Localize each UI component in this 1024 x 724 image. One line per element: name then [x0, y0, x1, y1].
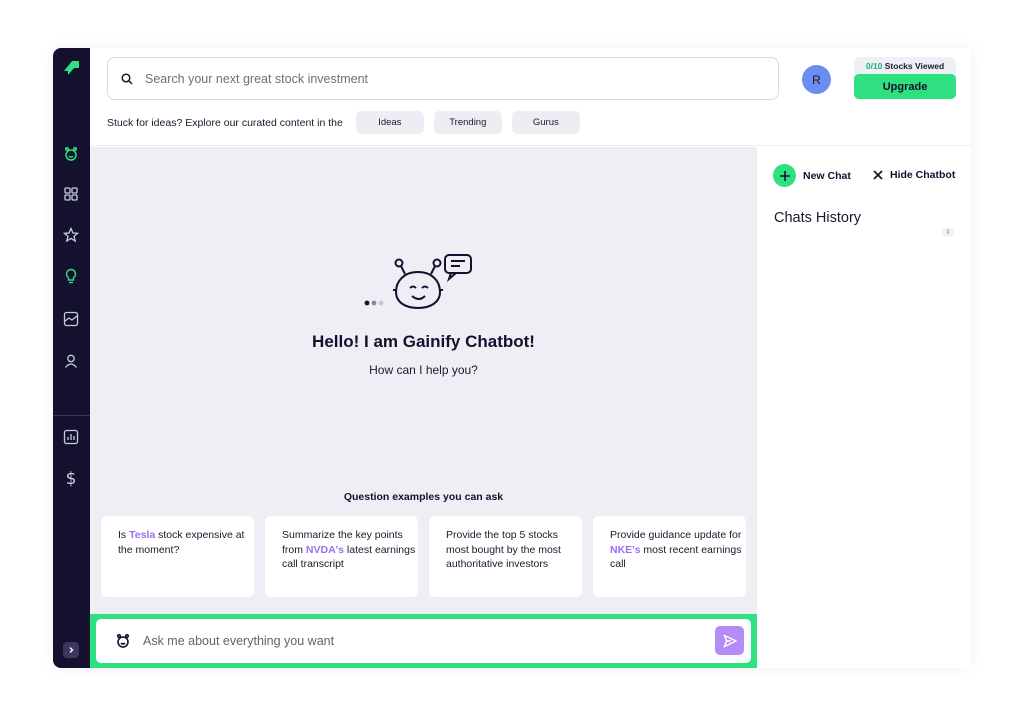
search-input[interactable] [145, 71, 745, 86]
greeting-title: Hello! I am Gainify Chatbot! [312, 332, 535, 351]
ideas-prompt: Stuck for ideas? Explore our curated con… [107, 116, 343, 129]
app-window: $ R 0/10 Stocks Viewed Upgrade Stuck for… [53, 48, 971, 668]
chat-input[interactable] [143, 634, 683, 648]
sort-icon[interactable]: ⇕ [942, 228, 954, 237]
search-icon [121, 72, 133, 85]
chat-main: Hello! I am Gainify Chatbot! How can I h… [90, 147, 757, 668]
question-card-tesla[interactable]: Is Tesla stock expensive at the moment? [101, 516, 254, 597]
card-text: Provide guidance update for [610, 529, 742, 541]
question-card-nvda[interactable]: Summarize the key points from NVDA's lat… [265, 516, 418, 597]
chevron-right-icon[interactable] [63, 642, 79, 658]
chat-input-bar [90, 614, 757, 668]
card-ticker: Tesla [129, 529, 156, 541]
send-icon [722, 633, 737, 648]
new-chat-label: New Chat [803, 169, 851, 182]
chart-line-icon[interactable] [61, 309, 81, 329]
chats-history-title: Chats History [774, 210, 862, 226]
user-icon[interactable] [61, 351, 81, 371]
upgrade-button[interactable]: Upgrade [854, 74, 956, 99]
ideas-chip[interactable]: Ideas [355, 111, 424, 134]
trending-chip[interactable]: Trending [433, 111, 502, 134]
hide-chatbot-label: Hide Chatbot [890, 169, 956, 181]
new-chat-button[interactable]: New Chat [773, 164, 851, 187]
chatbot-icon[interactable] [61, 144, 81, 164]
sidebar-divider [53, 415, 90, 416]
question-cards: Is Tesla stock expensive at the moment? … [101, 516, 746, 597]
stocks-viewed-label: Stocks Viewed [882, 61, 945, 71]
stocks-viewed-widget: 0/10 Stocks Viewed Upgrade [854, 57, 956, 99]
plus-icon [773, 164, 796, 187]
stocks-viewed-counter: 0/10 Stocks Viewed [854, 61, 956, 71]
question-card-top-stocks[interactable]: Provide the top 5 stocks most bought by … [429, 516, 582, 597]
gurus-chip[interactable]: Gurus [511, 111, 580, 134]
send-button[interactable] [715, 626, 744, 655]
card-ticker: NKE's [610, 543, 641, 556]
chatbot-illustration-icon [364, 254, 472, 310]
bar-chart-icon[interactable] [61, 427, 81, 447]
star-icon[interactable] [61, 225, 81, 245]
search-bar[interactable] [107, 57, 779, 100]
card-text: Provide the top 5 stocks most bought by … [446, 529, 561, 570]
sidebar: $ [53, 48, 90, 668]
logo-icon[interactable] [60, 57, 82, 79]
hide-chatbot-button[interactable]: Hide Chatbot [873, 169, 955, 181]
top-header: R 0/10 Stocks Viewed Upgrade Stuck for i… [90, 48, 971, 146]
chat-input-box[interactable] [96, 619, 751, 663]
dollar-icon[interactable]: $ [61, 469, 81, 489]
card-ticker: NVDA's [305, 543, 345, 556]
greeting-subtitle: How can I help you? [369, 363, 478, 377]
questions-title: Question examples you can ask [343, 491, 504, 503]
avatar[interactable]: R [802, 65, 831, 94]
ideas-row: Stuck for ideas? Explore our curated con… [107, 111, 590, 134]
close-icon [873, 170, 883, 180]
lightbulb-icon[interactable] [61, 266, 81, 286]
card-text: Is [118, 529, 130, 541]
chat-history-panel: New Chat Hide Chatbot Chats History ⇕ [757, 147, 971, 668]
question-card-nke[interactable]: Provide guidance update for NKE's most r… [593, 516, 746, 597]
stocks-viewed-number: 0/10 [865, 61, 883, 71]
chatbot-icon [116, 633, 130, 648]
dashboard-icon[interactable] [61, 184, 81, 204]
